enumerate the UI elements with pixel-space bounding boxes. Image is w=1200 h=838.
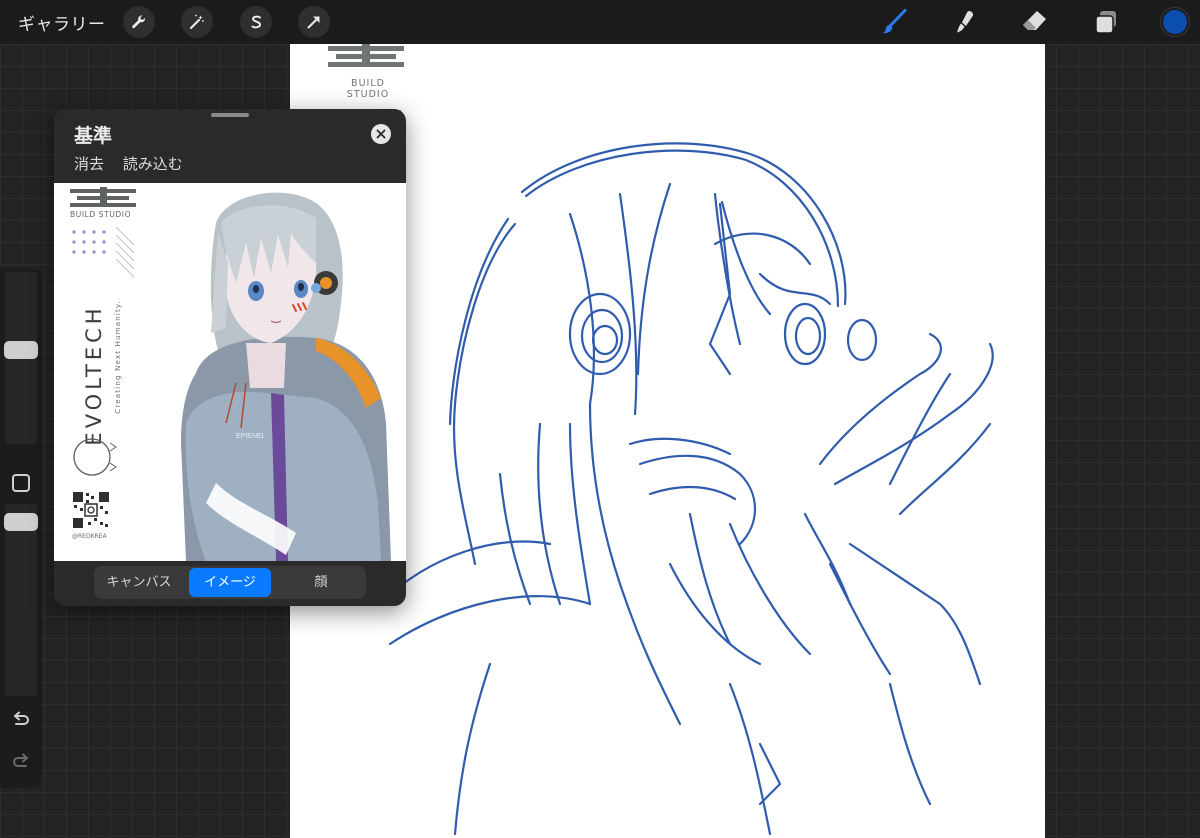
- circle-emblem: [73, 438, 117, 476]
- left-sidebar: [0, 268, 42, 788]
- reference-panel[interactable]: 基準 消去 読み込む BUILD STUDIO EVOLTECH Creatin…: [54, 109, 406, 606]
- transform-arrow-icon: [307, 16, 320, 29]
- transform-button[interactable]: [298, 6, 330, 38]
- undo-button[interactable]: [10, 710, 32, 732]
- character-illustration: EPIENEL: [181, 192, 391, 561]
- tagline-text: Creating Next Humanity.: [114, 300, 122, 414]
- opacity-slider[interactable]: [4, 504, 38, 696]
- selection-button[interactable]: [240, 6, 272, 38]
- color-picker-button[interactable]: [1161, 8, 1189, 36]
- artist-handle-text: @REDKREA: [72, 533, 107, 540]
- adjustments-button[interactable]: [181, 6, 213, 38]
- opacity-thumb[interactable]: [4, 512, 38, 531]
- reference-title: 基準: [74, 125, 113, 147]
- close-reference-button[interactable]: [371, 124, 391, 144]
- actions-button[interactable]: [123, 6, 155, 38]
- clear-reference-button[interactable]: 消去: [74, 155, 104, 173]
- layers-button[interactable]: [1090, 6, 1122, 38]
- import-reference-button[interactable]: 読み込む: [123, 155, 183, 173]
- tab-face[interactable]: 顔: [278, 568, 364, 597]
- cross-grid-decoration: [72, 227, 135, 277]
- tab-image[interactable]: イメージ: [189, 568, 271, 597]
- smudge-tool[interactable]: [948, 6, 980, 38]
- layers-icon: [1095, 11, 1116, 34]
- tab-canvas[interactable]: キャンバス: [96, 568, 182, 597]
- redo-button[interactable]: [10, 752, 32, 774]
- magic-wand-icon: [189, 14, 204, 30]
- top-toolbar: ギャラリー: [0, 0, 1200, 44]
- undo-icon: [13, 711, 29, 725]
- panel-grabber[interactable]: [211, 113, 249, 117]
- eraser-tool[interactable]: [1018, 6, 1050, 38]
- jacket-text: EPIENEL: [236, 433, 266, 440]
- smudge-icon: [957, 11, 974, 33]
- redo-icon: [13, 753, 29, 767]
- close-icon: [376, 129, 386, 139]
- gallery-button[interactable]: ギャラリー: [18, 10, 106, 35]
- qr-code-icon: [72, 491, 110, 529]
- build-studio-text: BUILD STUDIO: [70, 210, 132, 219]
- brush-size-thumb[interactable]: [4, 341, 38, 360]
- reference-image: BUILD STUDIO EVOLTECH Creating Next Huma…: [54, 183, 406, 561]
- brush-size-slider[interactable]: [4, 272, 38, 444]
- reference-actions: 消去 読み込む: [74, 153, 197, 174]
- brush-icon: [882, 9, 907, 34]
- wrench-icon: [132, 15, 145, 29]
- evoltech-brand-text: EVOLTECH: [82, 304, 106, 446]
- brush-tool[interactable]: [878, 6, 910, 38]
- selection-icon: [251, 15, 262, 29]
- reference-mode-tabs: キャンバス イメージ 顔: [94, 566, 366, 599]
- modify-button[interactable]: [12, 474, 30, 492]
- eraser-icon: [1023, 11, 1046, 30]
